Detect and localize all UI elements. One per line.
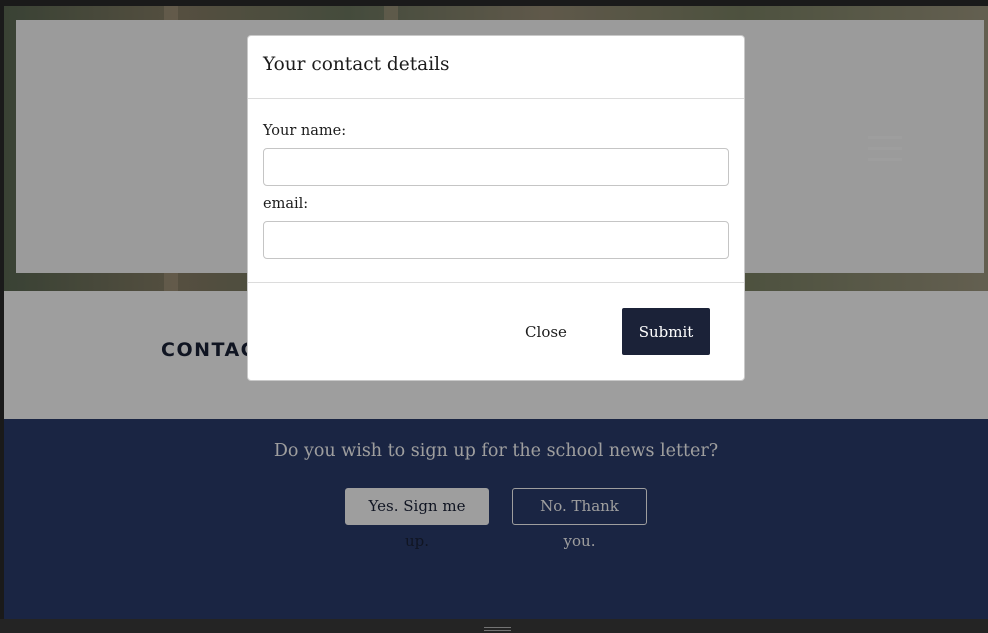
- submit-button[interactable]: Submit: [622, 308, 710, 355]
- name-input[interactable]: [263, 148, 729, 186]
- modal-body: Your name: email:: [248, 99, 744, 283]
- modal-title: Your contact details: [263, 54, 450, 75]
- name-label: Your name:: [263, 123, 347, 139]
- modal-header: Your contact details: [248, 36, 744, 99]
- modal-footer: Close Submit: [248, 283, 744, 381]
- email-label: email:: [263, 196, 309, 212]
- contact-details-modal: Your contact details Your name: email: C…: [247, 35, 745, 381]
- email-input[interactable]: [263, 221, 729, 259]
- close-button[interactable]: Close: [513, 308, 579, 355]
